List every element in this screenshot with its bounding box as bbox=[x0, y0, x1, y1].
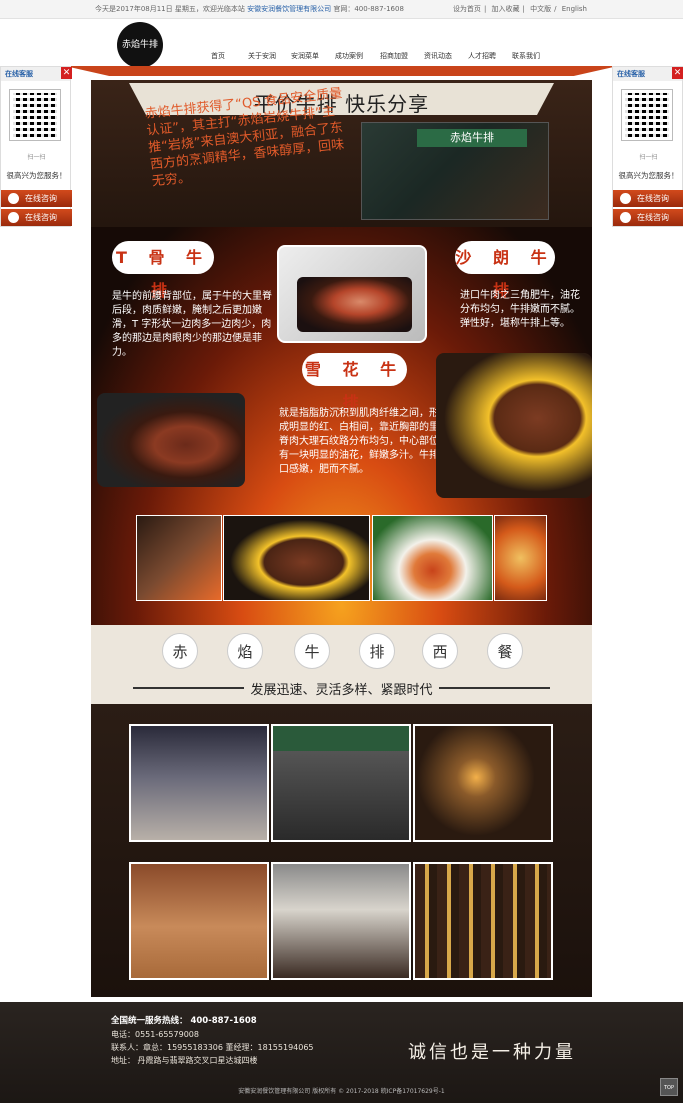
slogan-char: 牛 bbox=[294, 633, 330, 669]
english-version-link[interactable]: English bbox=[562, 5, 587, 13]
footer-hotline: 全国统一服务热线： 400-887-1608 bbox=[111, 1016, 257, 1026]
gallery-pasta-photo bbox=[372, 515, 493, 601]
store-gallery bbox=[91, 704, 592, 997]
slogan-char: 餐 bbox=[487, 633, 523, 669]
service-greeting: 很高兴为您服务！ bbox=[618, 171, 679, 180]
marbled-desc: 就是指脂肪沉积到肌肉纤维之间，形成明显的红、白相间，靠近胸部的里脊肉大理石纹路分… bbox=[279, 408, 439, 475]
lamp-decor-photo[interactable] bbox=[413, 724, 553, 842]
qq-icon bbox=[620, 193, 631, 204]
slogan-band: 赤 焰 牛 排 西 餐 发展迅速、灵活多样、紧跟时代 bbox=[91, 625, 592, 704]
site-logo[interactable]: 赤焰牛排 bbox=[117, 22, 163, 68]
slogan-char: 赤 bbox=[162, 633, 198, 669]
slogan-char: 西 bbox=[422, 633, 458, 669]
sirloin-photo bbox=[436, 353, 592, 498]
gallery-pizza-photo bbox=[494, 515, 547, 601]
nav-item-jobs[interactable]: 人才招聘 bbox=[468, 51, 496, 61]
nav-item-contact[interactable]: 联系我们 bbox=[512, 51, 540, 61]
sirloin-title: 沙 朗 牛 排 bbox=[455, 241, 555, 300]
online-consult-button[interactable]: 在线咨询 bbox=[613, 209, 683, 226]
entrance-photo[interactable] bbox=[129, 862, 269, 980]
nav-item-menu[interactable]: 安润菜单 bbox=[291, 51, 319, 61]
main-content: 平价牛排 快乐分享 赤焰牛排获得了“QS 食品安全质量认证”，其主打“赤焰岩烧牛… bbox=[91, 80, 592, 997]
t-bone-desc: 是牛的前腰背部位，属于牛的大里脊后段，肉质鲜嫩，腌制之后更加嫩滑，T 字形状一边… bbox=[112, 291, 272, 358]
online-service-right: 在线客服 ✕ 扫一扫 很高兴为您服务！ 在线咨询 在线咨询 bbox=[612, 66, 683, 227]
back-to-top-button[interactable]: TOP bbox=[660, 1078, 678, 1096]
add-favorite-link[interactable]: 加入收藏 bbox=[492, 5, 520, 13]
nav-item-about[interactable]: 关于安润 bbox=[248, 51, 276, 61]
intro-banner: 平价牛排 快乐分享 赤焰牛排获得了“QS 食品安全质量认证”，其主打“赤焰岩烧牛… bbox=[91, 80, 592, 227]
welcome-text: 今天是2017年08月11日 星期五，欢迎光临本站 安徽安润餐饮管理有限公司 官… bbox=[95, 5, 404, 13]
marbled-title: 雪 花 牛 排 bbox=[302, 353, 407, 412]
qq-icon bbox=[8, 212, 19, 223]
hotline-text: 官网：400-887-1608 bbox=[333, 5, 404, 13]
online-consult-button[interactable]: 在线咨询 bbox=[1, 190, 72, 207]
storefront-photo: 赤焰牛排 bbox=[361, 122, 549, 220]
nav-item-franchise[interactable]: 招商加盟 bbox=[380, 51, 408, 61]
service-title: 在线客服 bbox=[1, 67, 70, 81]
qq-icon bbox=[620, 212, 631, 223]
company-link[interactable]: 安徽安润餐饮管理有限公司 bbox=[247, 5, 331, 13]
t-bone-title: T 骨 牛 排 bbox=[112, 241, 214, 300]
top-links: 设为首页 | 加入收藏 | 中文版 / English bbox=[452, 5, 587, 13]
slogan-char: 焰 bbox=[227, 633, 263, 669]
contact-info: 全国统一服务热线： 400-887-1608 电话：0551-65579008 … bbox=[111, 1015, 314, 1067]
staff-group-photo[interactable] bbox=[271, 862, 411, 980]
sirloin-desc: 进口牛肉之三角肥牛，油花分布均匀，牛排嫩而不腻。弹性好，堪称牛排上等。 bbox=[460, 290, 580, 329]
footer-contacts: 联系人：章总：15955183306 董经理：18155194065 bbox=[111, 1043, 314, 1052]
top-bar: 今天是2017年08月11日 星期五，欢迎光临本站 安徽安润餐饮管理有限公司 官… bbox=[0, 0, 683, 19]
t-bone-photo bbox=[277, 245, 427, 343]
header: 赤焰牛排 首页 关于安润 安润菜单 成功案例 招商加盟 资讯动态 人才招聘 联系… bbox=[0, 19, 683, 68]
set-homepage-link[interactable]: 设为首页 bbox=[453, 5, 481, 13]
dining-room-photo[interactable] bbox=[129, 724, 269, 842]
gallery-steak-photo-2 bbox=[223, 515, 370, 601]
online-consult-button[interactable]: 在线咨询 bbox=[613, 190, 683, 207]
nav-item-cases[interactable]: 成功案例 bbox=[335, 51, 363, 61]
gallery-steak-photo-1 bbox=[136, 515, 222, 601]
close-icon[interactable]: ✕ bbox=[61, 67, 72, 79]
scan-label: 扫一扫 bbox=[639, 154, 658, 161]
slogan-subtitle: 发展迅速、灵活多样、紧跟时代 bbox=[91, 679, 592, 698]
qq-icon bbox=[8, 193, 19, 204]
copyright-text: 安徽安润餐饮管理有限公司 版权所有 © 2017-2018 皖ICP备17017… bbox=[238, 1088, 445, 1095]
nav-item-news[interactable]: 资讯动态 bbox=[424, 51, 452, 61]
online-service-left: 在线客服 ✕ 扫一扫 很高兴为您服务！ 在线咨询 在线咨询 bbox=[0, 66, 72, 227]
steak-menu-section: T 骨 牛 排 是牛的前腰背部位，属于牛的大里脊后段，肉质鲜嫩，腌制之后更加嫩滑… bbox=[91, 227, 592, 625]
service-greeting: 很高兴为您服务！ bbox=[6, 171, 67, 180]
nav-item-home[interactable]: 首页 bbox=[211, 51, 225, 61]
qr-code-icon bbox=[9, 89, 61, 141]
qr-code-icon bbox=[621, 89, 673, 141]
scan-label: 扫一扫 bbox=[27, 154, 46, 161]
footer: 全国统一服务热线： 400-887-1608 电话：0551-65579008 … bbox=[0, 1002, 683, 1103]
header-accent-band bbox=[65, 66, 618, 76]
bead-curtain-photo[interactable] bbox=[413, 862, 553, 980]
t-bone-plate-photo bbox=[97, 393, 245, 487]
online-consult-button[interactable]: 在线咨询 bbox=[1, 209, 72, 226]
footer-address: 地址： 丹霞路与翡翠路交叉口星达城四楼 bbox=[111, 1056, 258, 1065]
slogan-char: 排 bbox=[359, 633, 395, 669]
store-sign: 赤焰牛排 bbox=[417, 129, 527, 147]
staff-team-photo[interactable] bbox=[271, 724, 411, 842]
footer-phone: 电话：0551-65579008 bbox=[111, 1030, 199, 1039]
footer-motto: 诚信也是一种力量 bbox=[408, 1042, 576, 1063]
chinese-version-link[interactable]: 中文版 bbox=[530, 5, 551, 13]
close-icon[interactable]: ✕ bbox=[672, 67, 683, 79]
